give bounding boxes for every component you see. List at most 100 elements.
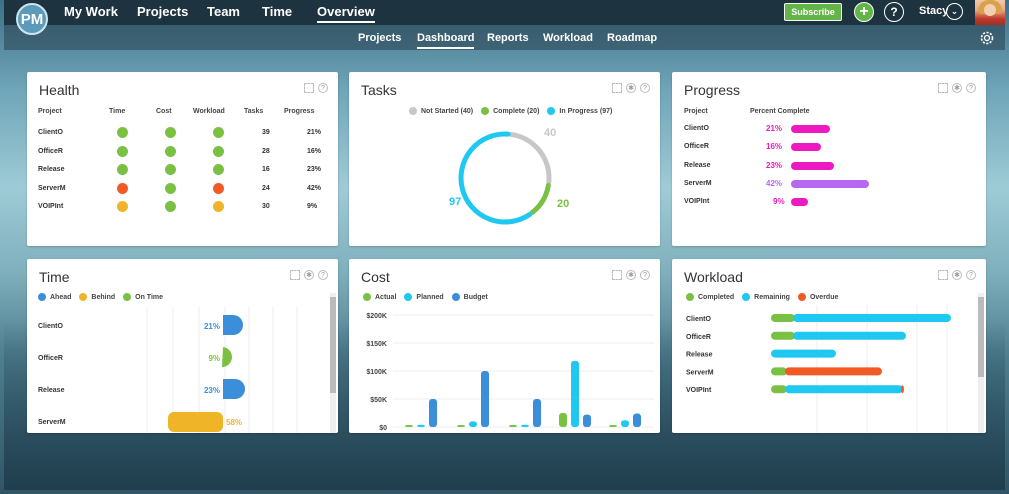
tasks-title: Tasks [361,82,397,98]
help-icon[interactable]: ? [318,83,328,93]
tab-projects[interactable]: Projects [358,32,401,44]
card-actions: ✱ ? [938,270,976,280]
cost-status-dot [165,164,176,175]
help-icon[interactable]: ? [640,270,650,280]
gear-icon[interactable] [979,30,995,46]
workload-status-dot [213,127,224,138]
help-icon[interactable]: ? [640,83,650,93]
time-title: Time [39,269,70,285]
time-label: 9% [208,354,220,363]
legend-overdue[interactable]: Overdue [797,293,838,301]
cost-bar [509,425,517,427]
help-icon[interactable]: ? [318,270,328,280]
workload-status-dot [213,145,224,157]
workload-bar-segment [785,367,882,376]
gear-icon[interactable]: ✱ [626,270,636,280]
col-cost: Cost [156,108,172,115]
task-count: 24 [262,184,270,192]
project-name: ClientO [686,316,711,323]
project-name: OfficeR [684,143,709,151]
complete-label: 20 [557,198,569,210]
scrollbar[interactable] [330,293,336,433]
time-label: 58% [226,418,242,427]
time-status-dot [117,201,128,212]
time-chart: ClientO 21% OfficeR 9% Release 23% ServerM 58% [38,307,298,433]
project-name: VOIPInt [38,203,64,210]
add-icon[interactable]: + [854,2,874,22]
avatar[interactable] [975,0,1005,25]
legend-on-time[interactable]: On Time [123,293,163,301]
cost-status-dot [165,201,176,212]
legend-completed[interactable]: Completed [686,293,734,301]
scrollbar[interactable] [978,293,984,433]
workload-legend: Completed Remaining Overdue [686,293,846,301]
in-progress-label: 97 [449,196,461,208]
workload-bar-segment [901,385,904,394]
nav-team[interactable]: Team [207,4,240,19]
project-name: VOIPInt [684,198,710,206]
time-label: 23% [204,386,220,395]
gear-icon[interactable]: ✱ [304,270,314,280]
progress-bar [791,179,869,188]
cost-title: Cost [361,269,390,285]
cost-bar [533,399,541,427]
cost-bar [417,424,425,427]
cost-bar [521,424,529,427]
card-actions: ? [304,83,328,93]
legend-budget[interactable]: Budget [451,293,488,301]
legend-remaining[interactable]: Remaining [742,293,790,301]
cost-status-dot [165,127,176,138]
project-name: ServerM [38,184,66,192]
chevron-down-icon[interactable]: ⌄ [946,3,963,20]
expand-icon[interactable] [938,270,948,280]
col-workload: Workload [193,108,225,115]
gear-icon[interactable]: ✱ [952,270,962,280]
help-icon[interactable]: ? [966,83,976,93]
tab-workload[interactable]: Workload [543,32,593,44]
project-name: Release [684,161,711,169]
percent-label: 42% [766,178,783,188]
cost-bar [405,425,413,427]
gear-icon[interactable]: ✱ [952,83,962,93]
help-icon[interactable]: ? [884,2,904,22]
tab-roadmap[interactable]: Roadmap [607,32,657,44]
progress-bar [791,143,821,152]
project-name: Release [38,387,65,394]
workload-bar-segment [793,331,906,340]
legend-planned[interactable]: Planned [404,293,444,301]
percent-label: 21% [766,124,783,133]
nav-time[interactable]: Time [262,4,292,19]
expand-icon[interactable] [612,83,622,93]
time-bar [223,315,243,335]
legend-behind[interactable]: Behind [79,293,115,301]
expand-icon[interactable] [612,270,622,280]
workload-status-dot [213,164,224,175]
legend-ahead[interactable]: Ahead [38,293,71,301]
pm-logo[interactable]: PM [16,3,48,35]
legend-actual[interactable]: Actual [363,293,396,301]
project-name: ServerM [686,369,714,376]
progress-value: 23% [307,166,322,173]
nav-projects[interactable]: Projects [137,4,188,19]
expand-icon[interactable] [290,270,300,280]
nav-my-work[interactable]: My Work [64,4,118,19]
card-actions: ✱ ? [612,270,650,280]
workload-status-dot [213,201,224,212]
nav-overview[interactable]: Overview [317,4,375,23]
user-name[interactable]: Stacy [919,5,948,17]
subscribe-button[interactable]: Subscribe [784,3,842,21]
help-icon[interactable]: ? [966,270,976,280]
gear-icon[interactable]: ✱ [626,83,636,93]
tab-dashboard[interactable]: Dashboard [417,32,475,49]
expand-icon[interactable] [938,83,948,93]
app-frame: PM My Work Projects Team Time Overview P… [4,0,1005,490]
progress-bar [791,161,834,170]
progress-value: 9% [307,203,318,210]
percent-label: 16% [766,142,783,152]
progress-bar [791,125,830,133]
project-name: VOIPInt [686,387,712,394]
progress-bar [791,198,808,207]
tab-reports[interactable]: Reports [487,32,529,44]
expand-icon[interactable] [304,83,314,93]
col-progress: Progress [284,108,315,115]
